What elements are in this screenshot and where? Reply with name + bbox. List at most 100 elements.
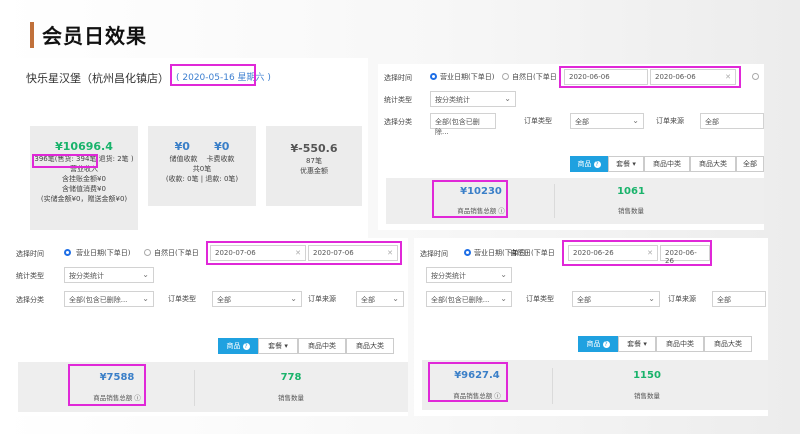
highlight-date-range (559, 66, 741, 88)
order-source-select[interactable]: 全部 (700, 113, 764, 129)
highlight-date (170, 64, 256, 86)
category-select[interactable]: 全部(包含已删除... ⌄ (426, 291, 512, 307)
report-panel-c: 选择时间 营业日期(下单日) 自然日(下单日 2020-07-06 ✕ 2020-… (10, 238, 408, 416)
tab-big-category[interactable]: 商品大类 (704, 336, 752, 352)
tab-big-category[interactable]: 商品大类 (690, 156, 736, 172)
discount-amount: ¥-550.6 (290, 142, 338, 155)
category-select[interactable]: 全部(包含已删除... (430, 113, 496, 136)
natural-day-radio[interactable] (502, 73, 509, 80)
sales-qty-label: 销售数量 (618, 207, 644, 215)
sales-qty-label: 销售数量 (278, 394, 304, 402)
order-source-select[interactable]: 全部 ⌄ (356, 291, 404, 307)
chevron-down-icon: ⌄ (142, 270, 149, 279)
divider (554, 184, 555, 218)
stat-type-value: 按分类统计 (431, 272, 466, 280)
tab-mid-category[interactable]: 商品中类 (656, 336, 704, 352)
tab-mid-label: 商品中类 (308, 342, 336, 350)
order-source-label: 订单来源 (308, 295, 336, 303)
business-day-radio[interactable] (64, 249, 71, 256)
help-icon: ? (593, 161, 601, 168)
tab-mid-category[interactable]: 商品中类 (298, 338, 346, 354)
sales-qty-value: 1061 (617, 186, 645, 197)
order-source-value: 全部 (705, 118, 719, 126)
natural-day-label: 自然日(下单日 (510, 249, 555, 257)
tab-all[interactable]: 全部 (736, 156, 764, 172)
highlight-sales-total (428, 362, 508, 402)
select-time-label: 选择时间 (16, 250, 44, 258)
revenue-amount: ¥10696.4 (55, 140, 113, 153)
order-type-select[interactable]: 全部 ⌄ (570, 113, 644, 129)
report-panel-b: 选择时间 营业日期(下单日) 自然日(下单日 2020-06-06 2020-0… (378, 64, 764, 230)
order-type-label: 订单类型 (524, 117, 552, 125)
order-type-label: 订单类型 (168, 295, 196, 303)
stat-type-select[interactable]: 按分类统计 ⌄ (426, 267, 512, 283)
natural-day-label: 自然日(下单日 (154, 249, 199, 257)
tab-big-label: 商品大类 (699, 160, 727, 168)
order-type-value: 全部 (217, 296, 231, 304)
tab-combo-label: 套餐 (616, 160, 631, 168)
sales-qty-label: 销售数量 (634, 392, 660, 400)
highlight-date-range (206, 241, 402, 265)
stat-type-select[interactable]: 按分类统计 ⌄ (64, 267, 154, 283)
business-day-radio[interactable] (430, 73, 437, 80)
tab-combo[interactable]: 套餐 ▾ (618, 336, 656, 352)
natural-day-radio[interactable] (144, 249, 151, 256)
tab-big-category[interactable]: 商品大类 (346, 338, 394, 354)
business-day-label: 营业日期(下单日) (76, 249, 131, 257)
tab-goods-label: 商品 (586, 340, 601, 348)
tab-all-label: 全部 (743, 160, 757, 168)
select-time-label: 选择时间 (384, 74, 412, 82)
category-row: 全部(包含已删除... ⌄ 订单类型 全部 ⌄ 订单来源 全部 (414, 290, 768, 308)
highlight-sales-total (68, 364, 146, 406)
category-value: 全部(包含已删除... (431, 296, 490, 304)
refund-count: 退货: 2笔 ) (98, 155, 134, 163)
order-source-label: 订单来源 (656, 117, 684, 125)
order-type-label: 订单类型 (526, 295, 554, 303)
extra-radio[interactable] (752, 73, 759, 80)
help-icon: ? (602, 341, 610, 348)
business-day-radio[interactable] (464, 249, 471, 256)
stat-type-row: 按分类统计 ⌄ (414, 266, 768, 284)
category-label: 选择分类 (16, 296, 44, 304)
order-type-select[interactable]: 全部 ⌄ (572, 291, 660, 307)
category-select[interactable]: 全部(包含已删除... ⌄ (64, 291, 154, 307)
order-source-value: 全部 (717, 296, 731, 304)
natural-day-label: 自然日(下单日 (512, 73, 557, 81)
order-type-select[interactable]: 全部 ⌄ (212, 291, 302, 307)
order-source-label: 订单来源 (668, 295, 696, 303)
order-source-value: 全部 (361, 296, 375, 304)
tab-big-label: 商品大类 (356, 342, 384, 350)
tab-combo[interactable]: 套餐 ▾ (608, 156, 644, 172)
tab-bar: 商品? 套餐 ▾ 商品中类 商品大类 全部 (570, 156, 764, 172)
discount-card: ¥-550.6 87笔 优惠金额 (266, 126, 362, 206)
slide-title: 会员日效果 (42, 24, 147, 48)
tab-mid-category[interactable]: 商品中类 (644, 156, 690, 172)
discount-label: 优惠金额 (300, 167, 328, 175)
highlight-sales-total (432, 180, 508, 218)
select-time-label: 选择时间 (420, 250, 448, 258)
chevron-down-icon: ⌄ (500, 294, 507, 303)
category-value: 全部(包含已删除... (69, 296, 128, 304)
stored-value-label: 储值收款 (169, 155, 198, 163)
discount-count: 87笔 (306, 157, 322, 165)
stat-type-row: 统计类型 按分类统计 ⌄ (378, 90, 764, 108)
chevron-down-icon: ⌄ (632, 116, 639, 125)
order-source-select[interactable]: 全部 (712, 291, 766, 307)
report-panel-d: 选择时间 营业日期(下单日) 自然日(下单日 2020-06-26 ✕ 2020-… (414, 238, 768, 416)
tab-combo[interactable]: 套餐 ▾ (258, 338, 298, 354)
stored-breakdown: (收款: 0笔 | 退款: 0笔) (165, 175, 239, 183)
order-type-value: 全部 (577, 296, 591, 304)
tab-goods[interactable]: 商品? (570, 156, 608, 172)
tab-goods[interactable]: 商品? (578, 336, 618, 352)
revenue-card: ¥10696.4 396笔(售货: 394笔 退货: 2笔 ) 营业收入 含挂账… (30, 126, 138, 230)
tab-big-label: 商品大类 (714, 340, 742, 348)
category-row: 选择分类 全部(包含已删除... 订单类型 全部 ⌄ 订单来源 全部 (378, 112, 764, 136)
chevron-down-icon: ⌄ (290, 294, 297, 303)
stat-type-select[interactable]: 按分类统计 ⌄ (430, 91, 516, 107)
highlight-order-count (32, 154, 98, 168)
tab-goods-label: 商品 (226, 342, 241, 350)
divider (552, 368, 553, 404)
stat-type-value: 按分类统计 (69, 272, 104, 280)
card-fee-label: 卡费收款 (206, 155, 235, 163)
tab-goods[interactable]: 商品? (218, 338, 258, 354)
